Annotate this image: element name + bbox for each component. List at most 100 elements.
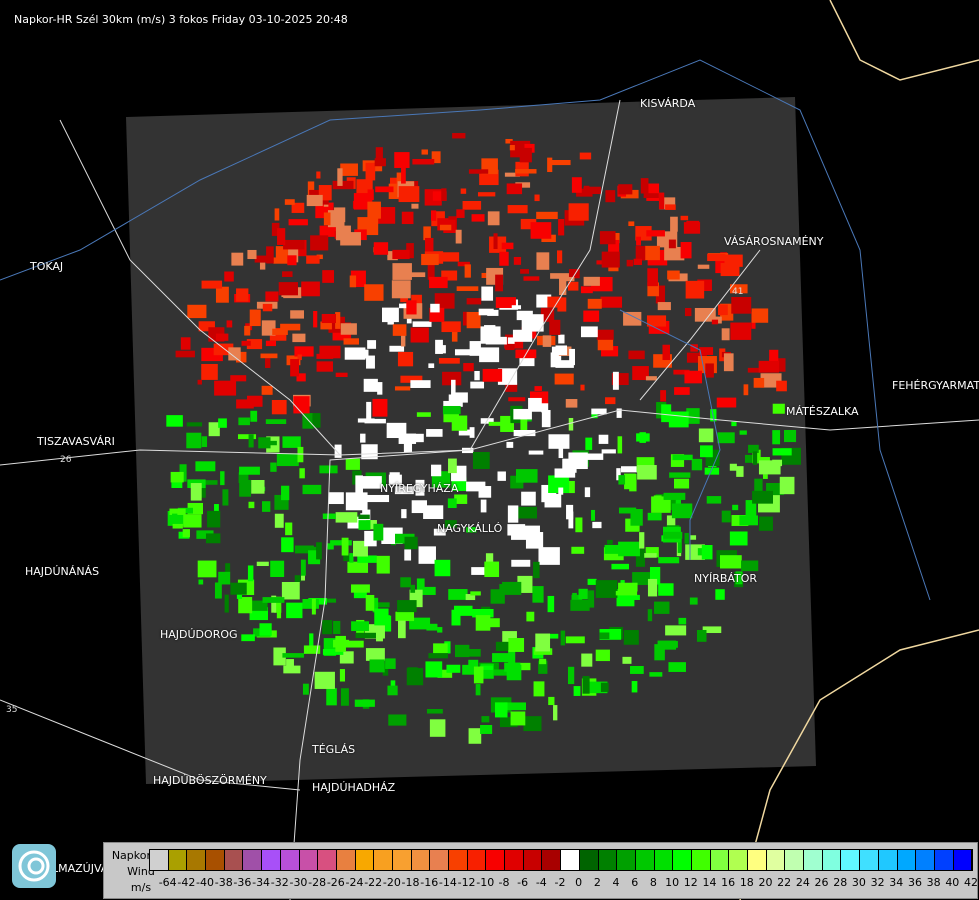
wind-echo	[580, 384, 585, 391]
road-number: 41	[732, 287, 743, 297]
wind-echo	[507, 205, 528, 214]
wind-echo	[628, 221, 635, 227]
legend-tick-label: -28	[308, 876, 327, 889]
wind-echo	[549, 319, 561, 335]
wind-echo	[663, 531, 683, 539]
wind-echo	[680, 215, 689, 221]
wind-echo	[247, 565, 254, 582]
wind-echo	[678, 617, 687, 625]
wind-echo	[389, 345, 405, 352]
wind-echo	[281, 537, 294, 553]
wind-echo	[428, 653, 448, 659]
wind-echo	[541, 403, 549, 413]
wind-echo	[539, 658, 547, 665]
legend-tick-label: 28	[833, 876, 848, 889]
wind-echo	[462, 664, 476, 675]
wind-echo	[205, 533, 221, 544]
wind-echo	[285, 522, 293, 536]
road-number: 35	[6, 705, 17, 715]
wind-echo	[583, 276, 600, 286]
wind-echo	[224, 271, 234, 282]
wind-echo	[658, 583, 674, 596]
wind-echo	[244, 325, 251, 336]
wind-echo	[294, 346, 314, 357]
wind-echo	[316, 171, 321, 179]
wind-echo	[580, 286, 593, 294]
wind-echo	[584, 487, 591, 498]
wind-echo	[544, 493, 562, 508]
wind-echo	[568, 417, 574, 431]
wind-echo	[404, 536, 418, 550]
wind-echo	[513, 408, 532, 420]
wind-echo	[435, 339, 443, 354]
legend-swatch	[430, 850, 449, 870]
wind-echo	[241, 340, 251, 346]
legend-tick-label: 16	[721, 876, 736, 889]
wind-echo	[410, 327, 429, 343]
wind-echo	[488, 421, 511, 426]
wind-echo	[772, 430, 781, 445]
wind-echo	[575, 517, 583, 533]
wind-echo	[300, 559, 306, 576]
wind-echo	[283, 239, 305, 250]
wind-echo	[541, 410, 551, 428]
wind-echo	[410, 380, 431, 388]
wind-echo	[715, 589, 725, 600]
wind-echo	[462, 201, 482, 210]
wind-echo	[533, 561, 540, 579]
wind-echo	[663, 492, 686, 500]
wind-echo	[518, 506, 538, 519]
wind-echo	[297, 446, 304, 463]
wind-echo	[197, 379, 202, 385]
wind-echo	[363, 378, 378, 392]
wind-echo	[571, 177, 582, 193]
wind-echo	[623, 630, 639, 645]
wind-echo	[620, 466, 638, 473]
wind-echo	[665, 204, 676, 210]
wind-echo	[340, 688, 349, 706]
wind-echo	[314, 671, 335, 689]
wind-echo	[251, 480, 265, 494]
wind-echo	[335, 512, 358, 523]
wind-echo	[508, 637, 525, 652]
wind-echo	[439, 224, 452, 231]
wind-echo	[492, 653, 510, 663]
legend-swatch	[579, 850, 599, 870]
wind-echo	[406, 300, 417, 315]
wind-echo	[394, 386, 411, 391]
wind-echo	[284, 199, 295, 205]
wind-echo	[434, 559, 451, 577]
legend-swatch	[467, 850, 487, 870]
wind-echo	[511, 559, 531, 567]
wind-echo	[754, 478, 763, 493]
wind-echo	[472, 452, 490, 469]
wind-echo	[313, 311, 318, 328]
wind-echo	[431, 464, 442, 477]
wind-echo	[690, 535, 697, 540]
wind-echo	[456, 286, 479, 291]
wind-echo	[684, 370, 703, 384]
wind-echo	[520, 417, 528, 431]
wind-echo	[224, 594, 229, 613]
wind-echo	[478, 486, 492, 498]
wind-echo	[466, 311, 481, 329]
wind-echo	[567, 666, 575, 685]
legend-tick-label: 10	[665, 876, 680, 889]
wind-echo	[460, 188, 467, 194]
legend-swatch	[822, 850, 842, 870]
legend-swatch	[785, 850, 805, 870]
wind-echo	[347, 561, 369, 573]
wind-echo	[374, 608, 389, 626]
wind-echo	[599, 231, 616, 245]
wind-echo	[306, 255, 320, 264]
wind-echo	[364, 284, 384, 301]
wind-echo	[367, 189, 374, 201]
wind-echo	[741, 560, 759, 572]
wind-echo	[705, 363, 714, 378]
wind-echo	[294, 575, 301, 582]
wind-echo	[220, 471, 225, 486]
wind-echo	[471, 214, 485, 222]
legend-swatch	[673, 850, 692, 870]
wind-echo	[218, 571, 231, 585]
wind-echo	[239, 479, 252, 497]
